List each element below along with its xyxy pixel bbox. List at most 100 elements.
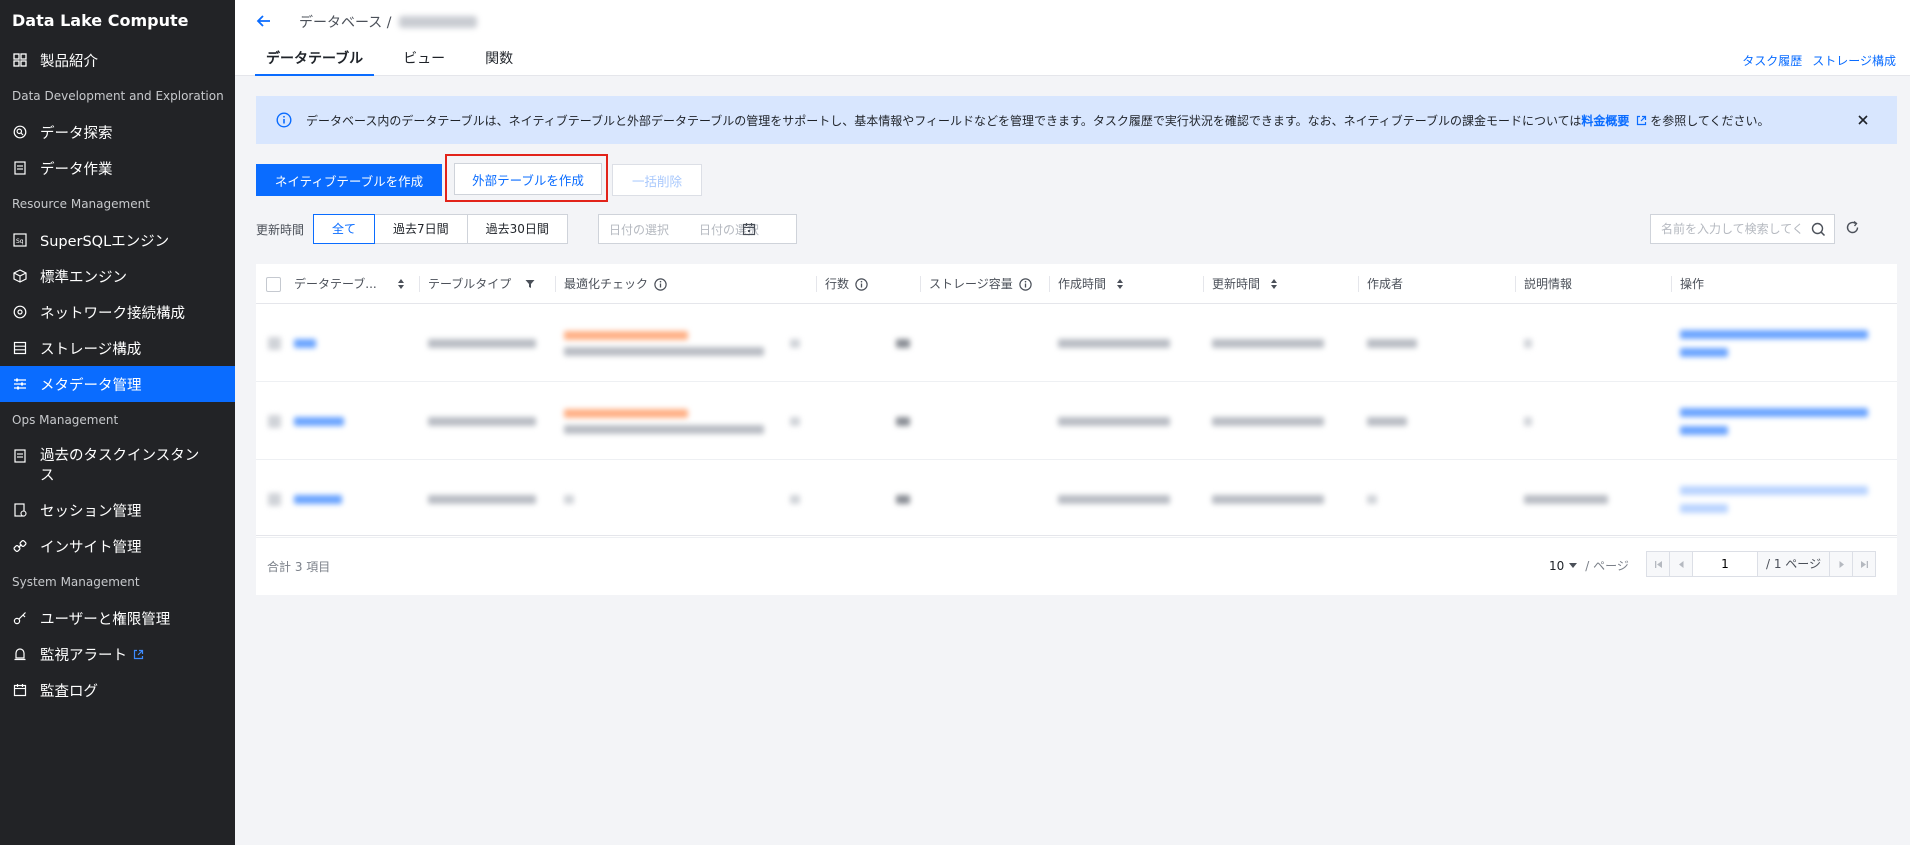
search-input[interactable] xyxy=(1651,215,1801,243)
page-size-select[interactable]: 10 / ページ xyxy=(1549,557,1629,574)
alert-text: データベース内のデータテーブルは、ネイティブテーブルと外部データテーブルの管理を… xyxy=(306,112,1770,129)
sidebar-item-task-history[interactable]: 過去のタスクインスタンス xyxy=(0,438,235,492)
next-page-icon[interactable] xyxy=(1829,551,1854,577)
nav-group-system: System Management xyxy=(12,575,140,589)
optimization-cell xyxy=(564,382,764,460)
sidebar-item-label: 監査ログ xyxy=(40,683,98,700)
tab-data-tables[interactable]: データテーブル xyxy=(255,48,375,76)
tab-functions[interactable]: 関数 xyxy=(474,48,524,76)
sidebar-item-standard-engine[interactable]: 標準エンジン xyxy=(0,258,235,294)
sidebar-item-product-intro[interactable]: 製品紹介 xyxy=(0,42,235,78)
sidebar-item-session[interactable]: セッション管理 xyxy=(0,492,235,528)
col-optimization: 最適化チェック xyxy=(555,264,667,304)
tab-views[interactable]: ビュー xyxy=(392,48,456,76)
col-table-name[interactable]: データテーブ... xyxy=(294,264,405,304)
row-checkbox[interactable] xyxy=(268,460,281,538)
info-icon[interactable] xyxy=(1019,277,1032,291)
sort-icon[interactable] xyxy=(397,279,405,289)
sidebar-item-metadata[interactable]: メタデータ管理 xyxy=(0,366,235,402)
optimization-cell xyxy=(564,304,764,382)
sidebar-item-data-job[interactable]: データ作業 xyxy=(0,150,235,186)
table-type-cell xyxy=(428,382,536,460)
page-total: / 1 ページ xyxy=(1757,551,1831,577)
filter-all[interactable]: 全て xyxy=(313,214,376,244)
col-creator: 作成者 xyxy=(1358,264,1404,304)
actions-cell[interactable] xyxy=(1680,460,1868,538)
col-created[interactable]: 作成時間 xyxy=(1049,264,1124,304)
storage-cell xyxy=(896,304,910,382)
actions-cell[interactable] xyxy=(1680,304,1868,382)
sidebar-item-audit[interactable]: 監査ログ xyxy=(0,672,235,708)
page-number-input[interactable] xyxy=(1692,551,1758,577)
storage-config-link[interactable]: ストレージ構成 xyxy=(1812,52,1896,69)
total-count: 合計 3 項目 xyxy=(267,560,331,574)
close-icon[interactable] xyxy=(1855,112,1871,128)
search-icon[interactable] xyxy=(1811,222,1826,237)
nav-group-resource: Resource Management xyxy=(12,197,150,211)
back-arrow-icon[interactable] xyxy=(255,12,273,30)
caret-down-icon xyxy=(1569,562,1578,569)
info-icon[interactable] xyxy=(855,277,868,291)
document-icon xyxy=(12,448,28,464)
header-links: タスク履歴 ストレージ構成 xyxy=(1732,52,1896,69)
sidebar-item-monitor[interactable]: 監視アラート xyxy=(0,636,235,672)
page-size-unit: / ページ xyxy=(1585,559,1629,573)
sidebar-item-data-explore[interactable]: データ探索 xyxy=(0,114,235,150)
breadcrumb-database[interactable]: データベース / xyxy=(299,12,391,32)
filter-7-days[interactable]: 過去7日間 xyxy=(374,214,468,244)
row-checkbox[interactable] xyxy=(268,382,281,460)
row-checkbox[interactable] xyxy=(268,304,281,382)
actions-cell[interactable] xyxy=(1680,382,1868,460)
description-cell xyxy=(1524,304,1532,382)
nav-group-dev: Data Development and Exploration xyxy=(12,89,224,103)
sidebar-item-network[interactable]: ネットワーク接続構成 xyxy=(0,294,235,330)
table-name-link[interactable] xyxy=(294,382,344,460)
table-type-cell xyxy=(428,304,536,382)
sort-icon[interactable] xyxy=(1270,279,1278,289)
select-all-checkbox[interactable] xyxy=(266,264,281,304)
last-page-icon[interactable] xyxy=(1852,551,1877,577)
bulk-delete-button[interactable]: 一括削除 xyxy=(612,164,702,196)
filter-30-days[interactable]: 過去30日間 xyxy=(466,214,568,244)
info-icon[interactable] xyxy=(654,277,667,291)
sidebar-item-label: ユーザーと権限管理 xyxy=(40,611,171,628)
table-name-link[interactable] xyxy=(294,460,342,538)
page-size-value: 10 xyxy=(1549,558,1565,573)
sidebar-item-label: インサイト管理 xyxy=(40,539,142,556)
pagination: / 1 ページ xyxy=(1646,551,1877,577)
sidebar-item-users[interactable]: ユーザーと権限管理 xyxy=(0,600,235,636)
date-range-picker[interactable]: 日付の選択 日付の選択 xyxy=(598,214,797,244)
sidebar-item-insight[interactable]: インサイト管理 xyxy=(0,528,235,564)
sort-icon[interactable] xyxy=(1116,279,1124,289)
calendar-log-icon xyxy=(12,682,28,698)
sidebar: Data Lake Compute 製品紹介 Data Development … xyxy=(0,0,235,845)
table-name-link[interactable] xyxy=(294,304,316,382)
sidebar-item-supersql[interactable]: Sq SuperSQLエンジン xyxy=(0,222,235,258)
sidebar-item-label: ストレージ構成 xyxy=(40,341,142,358)
sidebar-item-label: データ探索 xyxy=(40,125,113,142)
prev-page-icon[interactable] xyxy=(1669,551,1693,577)
col-updated[interactable]: 更新時間 xyxy=(1203,264,1278,304)
refresh-icon[interactable] xyxy=(1845,220,1860,235)
sidebar-item-label: 監視アラート xyxy=(40,647,127,664)
table-type-cell xyxy=(428,460,536,538)
pricing-overview-link[interactable]: 料金概要 xyxy=(1581,114,1629,128)
first-page-icon[interactable] xyxy=(1646,551,1670,577)
optimization-cell xyxy=(564,460,574,538)
sidebar-item-label: データ作業 xyxy=(40,161,113,178)
key-icon xyxy=(12,610,28,626)
info-icon xyxy=(276,112,292,128)
col-label: データテーブ... xyxy=(294,277,377,291)
sidebar-item-label: セッション管理 xyxy=(40,503,142,520)
col-description: 説明情報 xyxy=(1515,264,1572,304)
create-native-table-button[interactable]: ネイティブテーブルを作成 xyxy=(256,164,442,196)
nav-group-ops: Ops Management xyxy=(12,413,119,427)
network-icon xyxy=(12,304,28,320)
filter-icon[interactable] xyxy=(525,279,535,289)
sidebar-item-storage[interactable]: ストレージ構成 xyxy=(0,330,235,366)
col-label: 作成者 xyxy=(1367,277,1404,291)
create-external-table-button[interactable]: 外部テーブルを作成 xyxy=(454,163,602,195)
data-table: データテーブ... テーブルタイプ 最適化チェック 行数 ストレージ容量 作成時… xyxy=(256,264,1897,595)
task-history-link[interactable]: タスク履歴 xyxy=(1742,52,1802,69)
table-row xyxy=(256,382,1897,460)
